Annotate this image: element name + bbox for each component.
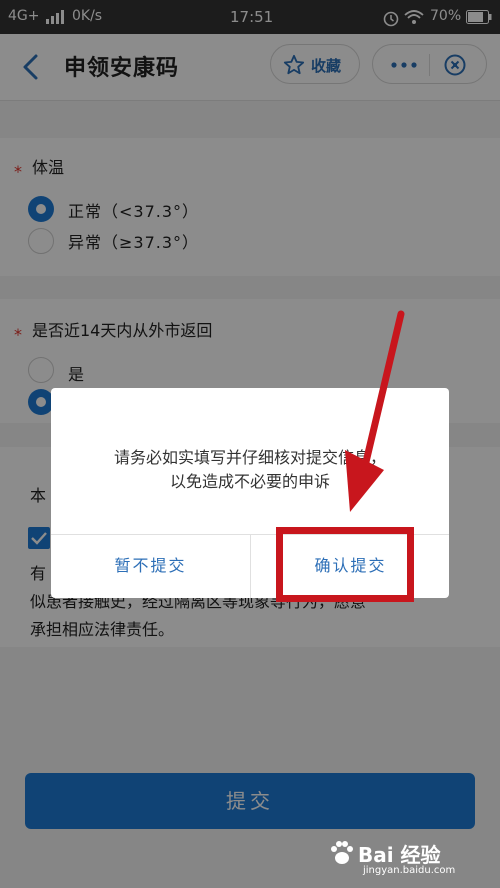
paw-logo-icon [331, 841, 353, 864]
watermark-brand: Bai 经验 [358, 843, 441, 867]
annotation-arrow [345, 310, 405, 512]
baidu-watermark: Bai 经验 jingyan.baidu.com [328, 835, 498, 885]
watermark-url: jingyan.baidu.com [363, 865, 456, 876]
